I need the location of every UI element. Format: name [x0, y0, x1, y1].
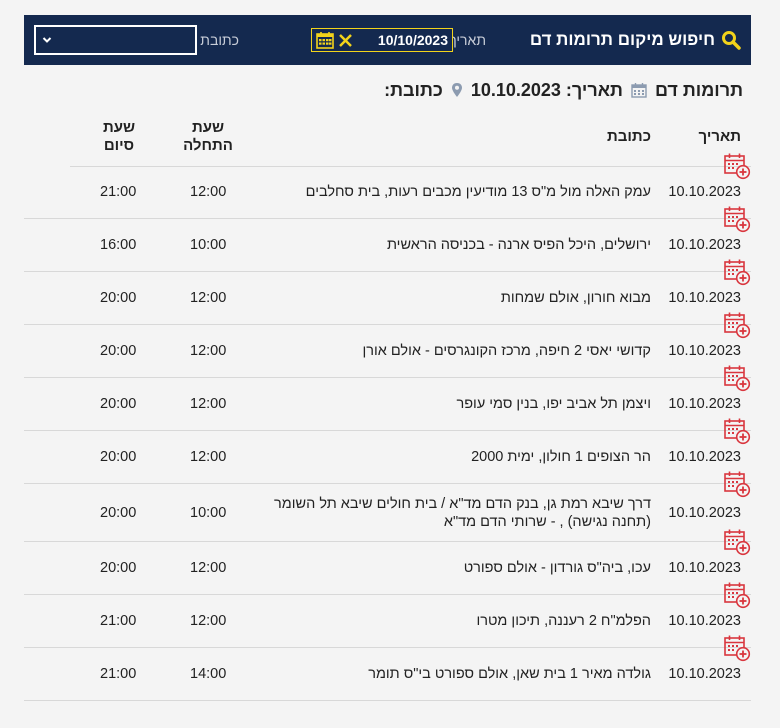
header-start: שעת התחלה: [170, 119, 246, 155]
row-date: 10.10.2023: [668, 449, 741, 465]
header-end-line1: שעת: [102, 119, 136, 136]
results-table: 10.10.2023 עמק האלה מול מ"ס 13 מודיעין מ…: [24, 153, 751, 701]
date-value[interactable]: 10/10/2023: [378, 32, 448, 48]
row-end-time: 20:00: [100, 560, 137, 576]
row-address: הר הצופים 1 חולון, ימית 2000: [471, 449, 651, 465]
row-start-time: 12:00: [190, 343, 227, 359]
table-row: 10.10.2023 עכו, ביה"ס גורדון - אולם ספור…: [24, 529, 751, 595]
row-end-time: 20:00: [100, 396, 137, 412]
row-address: דרך שיבא רמת גן, בנק הדם מד"א / בית חולי…: [274, 495, 651, 530]
row-end-time: 20:00: [100, 290, 137, 306]
table-row: 10.10.2023 הפלמ"ח 2 רעננה, תיכון מטרו 12…: [24, 582, 751, 648]
search-bar: חיפוש מיקום תרומות דם תאריך 10/10/2023 כ…: [24, 15, 751, 65]
table-row: 10.10.2023 הר הצופים 1 חולון, ימית 2000 …: [24, 418, 751, 484]
header-end-line2: סיום: [103, 137, 135, 154]
table-row: 10.10.2023 ויצמן תל אביב יפו, בנין סמי ע…: [24, 365, 751, 431]
calendar-icon[interactable]: [316, 31, 334, 49]
date-field-icons: [316, 31, 353, 49]
results-subheader: תרומות דם תאריך: 10.10.2023 כתובת:: [384, 78, 743, 102]
row-end-time: 20:00: [100, 504, 137, 521]
filter-address-text: כתובת:: [384, 79, 443, 100]
row-date: 10.10.2023: [668, 396, 741, 412]
date-label: תאריך: [449, 32, 486, 48]
table-row: 10.10.2023 דרך שיבא רמת גן, בנק הדם מד"א…: [24, 471, 751, 542]
row-start-time: 12:00: [190, 184, 227, 200]
row-address: עכו, ביה"ס גורדון - אולם ספורט: [463, 560, 651, 576]
header-start-line2: התחלה: [183, 137, 233, 154]
calendar-add-icon[interactable]: [723, 152, 751, 180]
row-address: עמק האלה מול מ"ס 13 מודיעין מכבים רעות, …: [305, 184, 651, 200]
row-address: ירושלים, היכל הפיס ארנה - בכניסה הראשית: [386, 237, 651, 253]
page: חיפוש מיקום תרומות דם תאריך 10/10/2023 כ…: [0, 0, 780, 728]
row-address: קדושי יאסי 2 חיפה, מרכז הקונגרסים - אולם…: [362, 343, 651, 359]
row-date: 10.10.2023: [668, 184, 741, 200]
location-pin-icon: [451, 83, 462, 97]
row-end-time: 21:00: [100, 613, 137, 629]
row-address: הפלמ"ח 2 רעננה, תיכון מטרו: [476, 613, 651, 629]
row-end-time: 20:00: [100, 449, 137, 465]
table-row: 10.10.2023 קדושי יאסי 2 חיפה, מרכז הקונג…: [24, 312, 751, 378]
date-field[interactable]: 10/10/2023: [311, 28, 453, 52]
header-date: תאריך: [698, 128, 741, 145]
row-start-time: 12:00: [190, 396, 227, 412]
row-date: 10.10.2023: [668, 560, 741, 576]
calendar-add-icon[interactable]: [723, 634, 751, 662]
address-select[interactable]: [34, 25, 197, 55]
calendar-add-icon[interactable]: [723, 417, 751, 445]
table-row: 10.10.2023 מבוא חורון, אולם שמחות 12:00 …: [24, 259, 751, 325]
row-end-time: 21:00: [100, 184, 137, 200]
calendar-add-icon[interactable]: [723, 470, 751, 498]
table-row: 10.10.2023 ירושלים, היכל הפיס ארנה - בכנ…: [24, 206, 751, 272]
row-address: ויצמן תל אביב יפו, בנין סמי עופר: [456, 396, 651, 412]
search-title: חיפוש מיקום תרומות דם: [530, 28, 741, 52]
search-icon[interactable]: [721, 30, 741, 50]
header-start-line1: שעת: [191, 119, 225, 136]
calendar-add-icon[interactable]: [723, 528, 751, 556]
row-date: 10.10.2023: [668, 343, 741, 359]
address-label: כתובת: [200, 32, 239, 48]
row-start-time: 14:00: [190, 666, 227, 682]
row-start-time: 10:00: [190, 504, 227, 521]
table-header: תאריך כתובת שעת התחלה שעת סיום: [70, 116, 751, 167]
row-address: גולדה מאיר 1 בית שאן, אולם ספורט בי"ס תו…: [368, 666, 651, 682]
row-start-time: 12:00: [190, 560, 227, 576]
table-row: 10.10.2023 עמק האלה מול מ"ס 13 מודיעין מ…: [24, 153, 751, 219]
row-start-time: 12:00: [190, 613, 227, 629]
table-row: 10.10.2023 גולדה מאיר 1 בית שאן, אולם ספ…: [24, 635, 751, 701]
calendar-add-icon[interactable]: [723, 581, 751, 609]
row-date: 10.10.2023: [668, 237, 741, 253]
header-end: שעת סיום: [92, 119, 146, 155]
row-start-time: 12:00: [190, 290, 227, 306]
row-end-time: 16:00: [100, 237, 137, 253]
section-title: תרומות דם: [654, 79, 743, 100]
row-end-time: 20:00: [100, 343, 137, 359]
clear-date-icon[interactable]: [338, 33, 353, 48]
calendar-add-icon[interactable]: [723, 205, 751, 233]
row-end-time: 21:00: [100, 666, 137, 682]
calendar-add-icon[interactable]: [723, 311, 751, 339]
calendar-small-icon: [631, 83, 647, 98]
calendar-add-icon[interactable]: [723, 364, 751, 392]
row-start-time: 12:00: [190, 449, 227, 465]
row-start-time: 10:00: [190, 237, 227, 253]
row-date: 10.10.2023: [668, 290, 741, 306]
search-title-text: חיפוש מיקום תרומות דם: [529, 30, 715, 49]
row-address: מבוא חורון, אולם שמחות: [500, 290, 651, 306]
calendar-add-icon[interactable]: [723, 258, 751, 286]
row-date: 10.10.2023: [668, 613, 741, 629]
row-date: 10.10.2023: [668, 666, 741, 682]
header-address: כתובת: [607, 128, 651, 145]
row-date: 10.10.2023: [668, 504, 741, 521]
chevron-down-icon[interactable]: [42, 35, 52, 45]
filter-date-text: תאריך: 10.10.2023: [470, 79, 623, 100]
